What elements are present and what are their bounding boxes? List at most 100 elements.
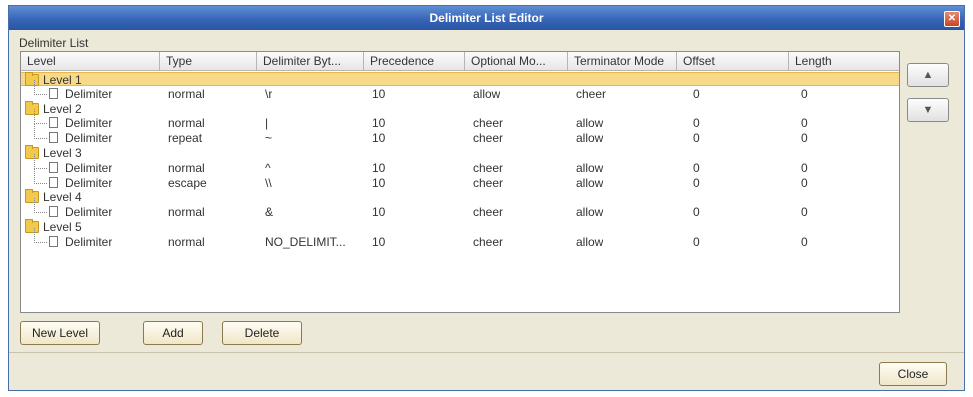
- cell-offset: 0: [693, 160, 700, 175]
- delete-button[interactable]: Delete: [222, 321, 302, 345]
- tree-delimiter-row[interactable]: Delimiter normal | 10 cheer allow 0 0: [21, 109, 899, 131]
- document-icon: [49, 235, 58, 247]
- tree-connector: [34, 153, 47, 169]
- cell-bytes: ^: [265, 160, 271, 175]
- cell-length: 0: [801, 160, 808, 175]
- cell-terminator: allow: [576, 116, 604, 131]
- cell-optional: cheer: [473, 160, 504, 175]
- arrow-up-icon: ▲: [922, 69, 934, 81]
- delimiter-label: Delimiter: [65, 175, 113, 190]
- cell-bytes: &: [265, 205, 274, 220]
- level-label: Level 1: [43, 73, 82, 87]
- cell-type: normal: [168, 160, 205, 175]
- cell-bytes: ~: [265, 131, 273, 146]
- cell-bytes: \\: [265, 175, 272, 190]
- level-label: Level 5: [43, 220, 82, 234]
- document-icon: [49, 132, 58, 144]
- cell-terminator: allow: [576, 160, 604, 175]
- document-icon: [49, 161, 58, 173]
- cell-terminator: allow: [576, 175, 604, 190]
- cell-optional: cheer: [473, 234, 504, 249]
- column-header-6[interactable]: Offset: [677, 52, 789, 70]
- document-icon: [49, 206, 58, 218]
- delimiter-list-label: Delimiter List: [19, 36, 89, 50]
- tree-connector: [34, 227, 47, 243]
- cell-length: 0: [801, 234, 808, 249]
- cell-length: 0: [801, 116, 808, 131]
- cell-precedence: 10: [372, 205, 386, 220]
- cell-offset: 0: [693, 234, 700, 249]
- delimiter-label: Delimiter: [65, 205, 113, 220]
- cell-type: repeat: [168, 131, 203, 146]
- delimiter-label: Delimiter: [65, 131, 113, 146]
- delimiter-label: Delimiter: [65, 116, 113, 131]
- column-header-3[interactable]: Precedence: [364, 52, 465, 70]
- cell-offset: 0: [693, 131, 700, 146]
- cell-terminator: allow: [576, 131, 604, 146]
- tree-level-row[interactable]: Level 2: [21, 100, 899, 116]
- tree-delimiter-row[interactable]: Delimiter normal ^ 10 cheer allow 0 0: [21, 153, 899, 175]
- delimiter-label: Delimiter: [65, 86, 113, 101]
- cell-optional: allow: [473, 86, 501, 101]
- column-header-5[interactable]: Terminator Mode: [568, 52, 677, 70]
- column-header-1[interactable]: Type: [160, 52, 257, 70]
- tree-delimiter-row[interactable]: Delimiter normal NO_DELIMIT... 10 cheer allow…: [21, 227, 899, 249]
- cell-type: normal: [168, 116, 205, 131]
- window-title: Delimiter List Editor: [429, 11, 544, 25]
- tree-level-row[interactable]: Level 4: [21, 189, 899, 205]
- tree-delimiter-row[interactable]: Delimiter escape \\ 10 cheer allow 0 0: [21, 168, 899, 190]
- column-header-4[interactable]: Optional Mo...: [465, 52, 568, 70]
- tree-connector: [34, 198, 47, 214]
- close-button[interactable]: Close: [879, 362, 947, 386]
- divider: [9, 352, 964, 353]
- title-bar: Delimiter List Editor ✕: [9, 6, 964, 30]
- close-icon[interactable]: ✕: [944, 11, 960, 27]
- delimiter-list-editor-window: Delimiter List Editor ✕ Delimiter List L…: [8, 5, 965, 391]
- column-header-2[interactable]: Delimiter Byt...: [257, 52, 364, 70]
- cell-precedence: 10: [372, 160, 386, 175]
- cell-length: 0: [801, 175, 808, 190]
- cell-offset: 0: [693, 175, 700, 190]
- tree-connector: [34, 124, 47, 140]
- cell-precedence: 10: [372, 175, 386, 190]
- table-header: Level Type Delimiter Byt... Precedence Optio…: [21, 52, 899, 71]
- new-level-button[interactable]: New Level: [20, 321, 100, 345]
- level-label: Level 3: [43, 146, 82, 160]
- move-up-button[interactable]: ▲: [907, 63, 949, 87]
- cell-terminator: allow: [576, 234, 604, 249]
- cell-terminator: allow: [576, 205, 604, 220]
- cell-precedence: 10: [372, 116, 386, 131]
- delimiter-tree-table[interactable]: Level Type Delimiter Byt... Precedence Optio…: [20, 51, 900, 313]
- move-down-button[interactable]: ▼: [907, 98, 949, 122]
- cell-bytes: NO_DELIMIT...: [265, 234, 346, 249]
- delimiter-label: Delimiter: [65, 160, 113, 175]
- level-label: Level 4: [43, 190, 82, 205]
- tree-level-row[interactable]: Level 3: [21, 145, 899, 160]
- cell-type: normal: [168, 234, 205, 249]
- cell-precedence: 10: [372, 234, 386, 249]
- cell-bytes: |: [265, 116, 269, 131]
- delimiter-label: Delimiter: [65, 234, 113, 249]
- cell-offset: 0: [693, 205, 700, 220]
- tree-level-row[interactable]: Level 5: [21, 219, 899, 234]
- cell-bytes: \r: [265, 86, 273, 101]
- tree-connector: [34, 79, 47, 95]
- cell-terminator: cheer: [576, 86, 607, 101]
- cell-offset: 0: [693, 116, 700, 131]
- cell-optional: cheer: [473, 131, 504, 146]
- cell-optional: cheer: [473, 205, 504, 220]
- tree-connector: [34, 109, 47, 125]
- arrow-down-icon: ▼: [922, 104, 934, 116]
- column-header-7[interactable]: Length: [789, 52, 899, 70]
- tree-delimiter-row[interactable]: Delimiter normal & 10 cheer allow 0 0: [21, 198, 899, 220]
- cell-type: escape: [168, 175, 207, 190]
- tree-delimiter-row[interactable]: Delimiter normal \r 10 allow cheer 0 0: [21, 79, 899, 101]
- cell-precedence: 10: [372, 86, 386, 101]
- cell-type: normal: [168, 86, 205, 101]
- document-icon: [49, 176, 58, 188]
- add-button[interactable]: Add: [143, 321, 203, 345]
- cell-length: 0: [801, 131, 808, 146]
- column-header-0[interactable]: Level: [21, 52, 160, 70]
- tree-level-row[interactable]: Level 1: [21, 72, 899, 87]
- tree-delimiter-row[interactable]: Delimiter repeat ~10 cheer allow 0 0: [21, 124, 899, 146]
